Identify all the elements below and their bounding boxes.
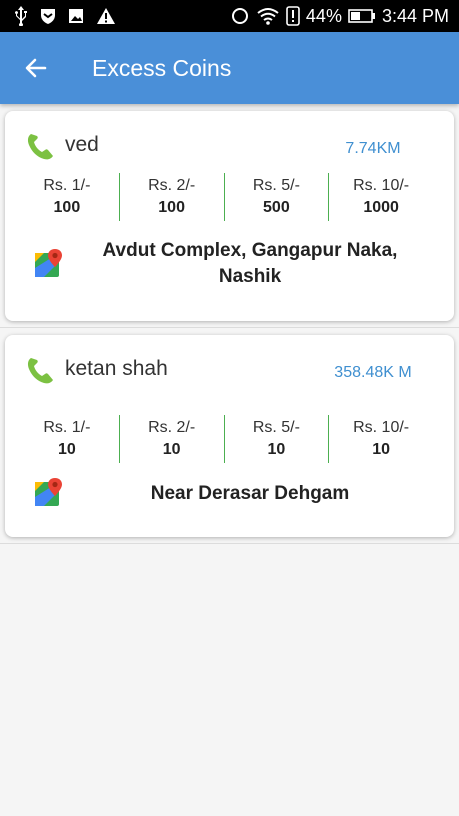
denomination-label: Rs. 2/- <box>148 419 196 436</box>
contact-name: ved <box>65 133 99 156</box>
shield-icon <box>40 7 56 25</box>
usb-icon <box>14 6 28 26</box>
coin-list: ved 7.74KM Rs. 1/- 100 Rs. 2/- 100 Rs. 5… <box>0 104 459 544</box>
clock: 3:44 PM <box>381 5 449 26</box>
denomination-cell: Rs. 10/- 1000 <box>328 173 433 221</box>
coin-card[interactable]: ketan shah 358.48K M Rs. 1/- 10 Rs. 2/- … <box>5 335 454 537</box>
battery-icon <box>348 8 376 24</box>
denomination-count: 10 <box>267 441 286 458</box>
phone-icon[interactable] <box>25 130 57 162</box>
circle-icon <box>230 6 250 26</box>
list-item: ved 7.74KM Rs. 1/- 100 Rs. 2/- 100 Rs. 5… <box>0 104 459 328</box>
denomination-count: 100 <box>158 199 185 216</box>
image-icon <box>68 8 84 24</box>
battery-percent: 44% <box>305 5 342 26</box>
denomination-cell: Rs. 10/- 10 <box>328 415 433 463</box>
denomination-count: 500 <box>263 199 290 216</box>
wifi-icon <box>256 6 280 26</box>
denomination-label: Rs. 1/- <box>43 419 91 436</box>
denomination-label: Rs. 10/- <box>353 419 410 436</box>
denomination-cell: Rs. 1/- 100 <box>15 173 119 221</box>
alert-icon <box>286 6 300 26</box>
contact-name: ketan shah <box>65 357 168 380</box>
status-left-icons <box>14 6 116 26</box>
distance-label: 358.48K M <box>334 364 412 381</box>
map-icon[interactable] <box>34 477 64 507</box>
arrow-left-icon[interactable] <box>18 50 54 86</box>
denomination-label: Rs. 5/- <box>252 419 300 436</box>
denomination-count: 10 <box>162 441 181 458</box>
denomination-cell: Rs. 2/- 10 <box>118 415 224 463</box>
denomination-cell: Rs. 5/- 500 <box>223 173 329 221</box>
address-text: Avdut Complex, Gangapur Naka, Nashik <box>102 240 398 287</box>
distance-label: 7.74KM <box>345 140 401 157</box>
address-text: Near Derasar Dehgam <box>150 483 350 504</box>
app-bar: Excess Coins <box>0 32 459 104</box>
denomination-row: Rs. 1/- 100 Rs. 2/- 100 Rs. 5/- 500 Rs. … <box>15 173 433 221</box>
status-bar: 44% 3:44 PM <box>0 0 459 32</box>
denomination-label: Rs. 10/- <box>353 177 410 194</box>
phone-icon[interactable] <box>25 354 57 386</box>
denomination-count: 100 <box>53 199 81 216</box>
denomination-cell: Rs. 1/- 10 <box>15 415 119 463</box>
denomination-row: Rs. 1/- 10 Rs. 2/- 10 Rs. 5/- 10 Rs. 10/… <box>15 415 433 463</box>
map-icon[interactable] <box>34 248 64 278</box>
denomination-cell: Rs. 2/- 100 <box>118 173 224 221</box>
denomination-label: Rs. 5/- <box>252 177 300 194</box>
coin-card[interactable]: ved 7.74KM Rs. 1/- 100 Rs. 2/- 100 Rs. 5… <box>5 111 454 321</box>
denomination-cell: Rs. 5/- 10 <box>223 415 329 463</box>
status-right-icons: 44% 3:44 PM <box>230 6 449 27</box>
denomination-count: 10 <box>372 441 391 458</box>
denomination-label: Rs. 1/- <box>43 177 91 194</box>
warning-icon <box>96 7 116 25</box>
denomination-count: 10 <box>57 441 76 458</box>
denomination-count: 1000 <box>363 199 399 216</box>
denomination-label: Rs. 2/- <box>148 177 196 194</box>
list-item: ketan shah 358.48K M Rs. 1/- 10 Rs. 2/- … <box>0 328 459 544</box>
page-title: Excess Coins <box>92 54 232 81</box>
